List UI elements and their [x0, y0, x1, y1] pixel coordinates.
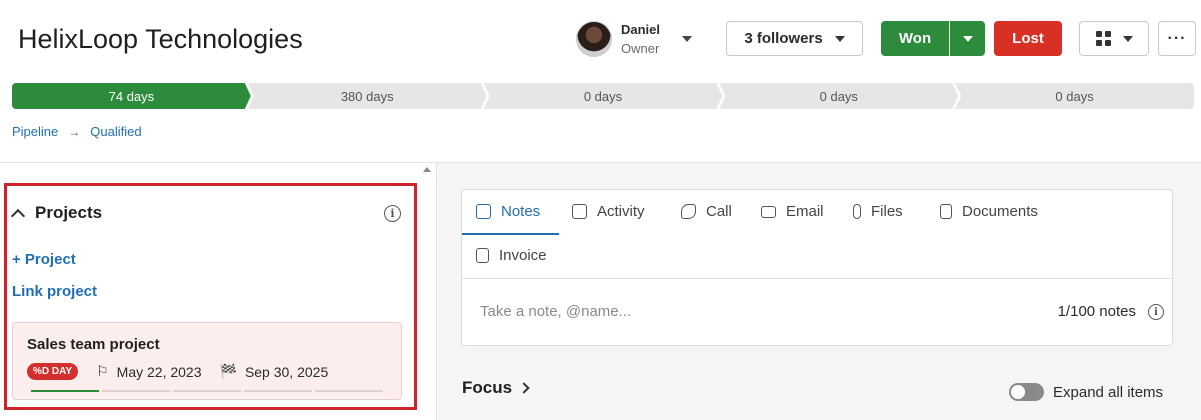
notes-panel: Notes Activity Call Email Files Document…: [461, 189, 1174, 346]
chevron-down-icon: [962, 35, 973, 42]
tab-label: Invoice: [499, 247, 547, 264]
owner-selector[interactable]: Daniel Owner: [576, 20, 693, 58]
project-start-date: May 22, 2023: [116, 363, 202, 380]
won-button[interactable]: Won: [881, 21, 949, 56]
document-icon: [940, 204, 952, 219]
notes-count: 1/100 notes: [1057, 303, 1136, 320]
project-card[interactable]: Sales team project %D DAY ⚐ May 22, 2023…: [12, 322, 402, 400]
breadcrumb: Pipeline → Qualified: [12, 124, 142, 139]
finish-flag-icon: 🏁: [219, 363, 237, 379]
info-icon[interactable]: i: [384, 205, 401, 222]
tabs-divider: [462, 278, 1174, 279]
link-project-link[interactable]: Link project: [12, 283, 97, 300]
chevron-down-icon: [1122, 35, 1133, 42]
tab-notes[interactable]: Notes: [476, 203, 540, 220]
pipeline-stage-1[interactable]: 74 days: [12, 83, 251, 109]
info-icon[interactable]: i: [1148, 304, 1164, 320]
tab-email[interactable]: Email: [761, 203, 824, 220]
phone-icon: [681, 204, 696, 219]
tab-label: Documents: [962, 203, 1038, 220]
project-end-date: Sep 30, 2025: [244, 363, 329, 380]
progress-segment: [31, 390, 99, 392]
won-dropdown-button[interactable]: [950, 21, 985, 56]
focus-title: Focus: [462, 378, 513, 397]
tab-invoice[interactable]: Invoice: [476, 247, 547, 264]
pipeline-stages: 74 days 380 days 0 days 0 days 0 days: [12, 83, 1194, 109]
expand-all-toggle[interactable]: [1009, 383, 1044, 401]
project-progress: [31, 390, 383, 392]
progress-segment: [173, 390, 241, 392]
followers-button[interactable]: 3 followers: [726, 21, 863, 56]
project-status-badge: %D DAY: [27, 363, 79, 380]
chevron-down-icon: [834, 35, 845, 42]
tab-call[interactable]: Call: [681, 203, 732, 220]
envelope-icon: [761, 205, 776, 218]
expand-all-label: Expand all items: [1053, 384, 1164, 401]
invoice-icon: [476, 248, 489, 263]
owner-name: Daniel: [621, 22, 661, 37]
pipeline-stage-5[interactable]: 0 days: [955, 83, 1194, 109]
tab-label: Activity: [597, 203, 645, 220]
chevron-right-icon: [518, 382, 530, 394]
more-options-button[interactable]: ···: [1158, 21, 1196, 56]
note-input[interactable]: Take a note, @name...: [480, 303, 631, 320]
start-flag-icon: ⚐: [96, 363, 109, 379]
progress-segment: [244, 390, 312, 392]
breadcrumb-stage[interactable]: Qualified: [90, 124, 141, 139]
progress-segment: [315, 390, 383, 392]
sidebar-divider: [436, 163, 437, 420]
view-switcher-button[interactable]: [1079, 21, 1149, 56]
deal-title: HelixLoop Technologies: [18, 24, 303, 54]
lost-button[interactable]: Lost: [994, 21, 1062, 56]
tab-label: Notes: [501, 203, 541, 220]
pipeline-stage-3[interactable]: 0 days: [484, 83, 723, 109]
notes-icon: [476, 204, 491, 219]
arrow-right-icon: →: [68, 124, 81, 139]
followers-label: 3 followers: [744, 30, 823, 47]
owner-role: Owner: [621, 41, 660, 56]
chevron-down-icon: [682, 36, 693, 42]
tab-activity[interactable]: Activity: [572, 203, 645, 220]
add-project-link[interactable]: + Project: [12, 251, 76, 268]
chevron-up-icon: [10, 208, 26, 223]
tab-label: Call: [706, 203, 732, 220]
progress-segment: [102, 390, 170, 392]
owner-avatar: [576, 21, 612, 57]
breadcrumb-pipeline[interactable]: Pipeline: [12, 124, 58, 139]
calendar-icon: [572, 204, 587, 219]
tab-label: Email: [786, 203, 824, 220]
project-title: Sales team project: [27, 336, 160, 353]
tab-files[interactable]: Files: [853, 203, 903, 220]
pipeline-stage-4[interactable]: 0 days: [719, 83, 958, 109]
tab-documents[interactable]: Documents: [940, 203, 1038, 220]
projects-section-toggle[interactable]: Projects: [10, 203, 103, 223]
pipeline-stage-2[interactable]: 380 days: [248, 83, 487, 109]
projects-title: Projects: [35, 203, 103, 222]
paperclip-icon: [853, 204, 861, 219]
active-tab-indicator: [462, 233, 559, 235]
grid-view-icon: [1095, 31, 1111, 46]
scroll-up-icon[interactable]: [423, 167, 431, 172]
focus-section-toggle[interactable]: Focus: [462, 378, 530, 398]
tab-label: Files: [871, 203, 903, 220]
